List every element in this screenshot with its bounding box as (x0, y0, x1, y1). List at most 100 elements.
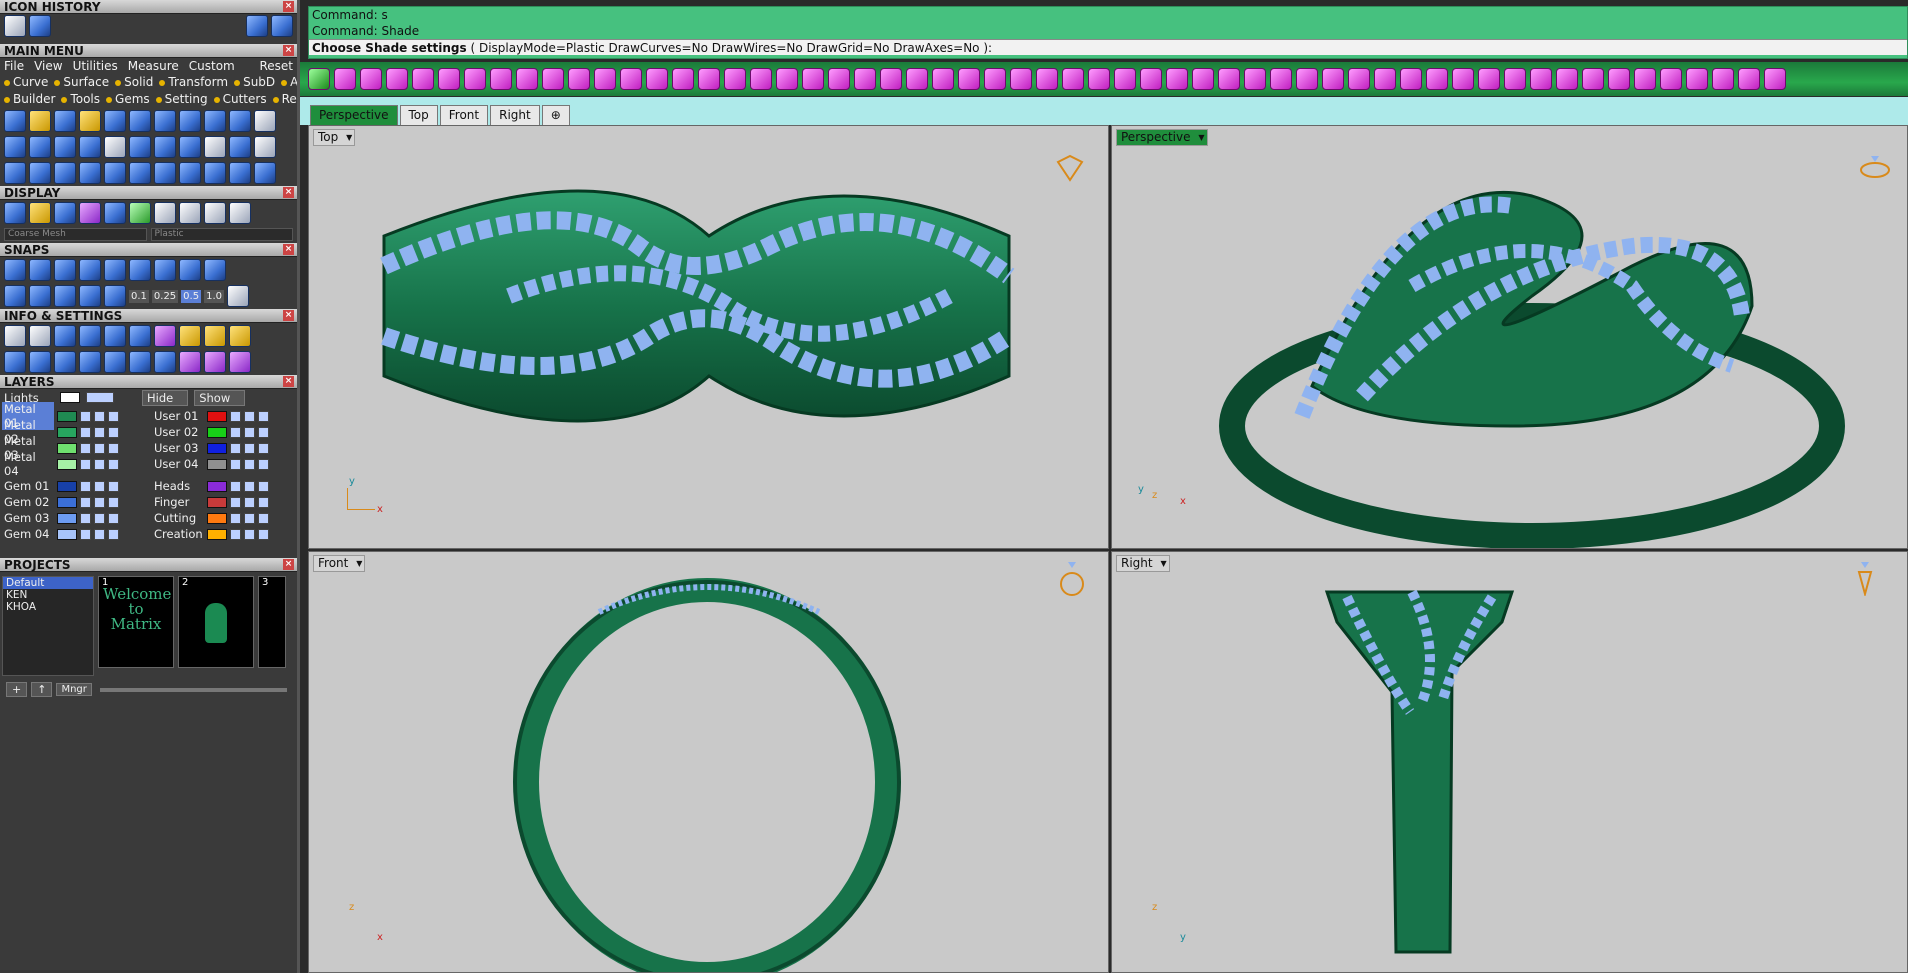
layer-row[interactable]: Creation (152, 526, 302, 542)
hide-button[interactable]: Hide (142, 389, 189, 406)
tool-icon[interactable] (594, 68, 616, 90)
layer-name[interactable]: Creation (152, 527, 204, 541)
tool-icon[interactable] (1426, 68, 1448, 90)
display-mode-icon[interactable] (4, 202, 26, 224)
layer-row[interactable]: User 03 (152, 440, 302, 456)
lock-icon[interactable] (80, 496, 91, 508)
tab-front[interactable]: Front (439, 105, 489, 125)
tool-icon[interactable] (1764, 68, 1786, 90)
category-solid[interactable]: Solid (115, 74, 153, 91)
layer-name[interactable]: Heads (152, 479, 204, 493)
visibility-toggle[interactable] (108, 512, 119, 524)
layer-color-swatch[interactable] (207, 410, 227, 422)
layer-color-swatch[interactable] (207, 442, 227, 454)
layer-color-swatch[interactable] (57, 458, 77, 470)
up-button[interactable]: ↑ (31, 682, 53, 697)
visibility-toggle[interactable] (244, 442, 255, 454)
lock-icon[interactable] (230, 458, 241, 470)
project-thumbnail[interactable]: 3 (258, 576, 286, 668)
sphere-icon[interactable] (229, 202, 251, 224)
layer-color-swatch[interactable] (207, 480, 227, 492)
tool-icon[interactable] (54, 162, 76, 184)
lock-icon[interactable] (230, 426, 241, 438)
history-tool-icon[interactable] (4, 15, 26, 37)
visibility-toggle[interactable] (108, 426, 119, 438)
tool-icon[interactable] (464, 68, 486, 90)
layer-color-swatch[interactable] (207, 496, 227, 508)
tool-icon[interactable] (412, 68, 434, 90)
info-icon[interactable] (154, 325, 176, 347)
lock-icon[interactable] (230, 528, 241, 540)
tab-right[interactable]: Right (490, 105, 540, 125)
tool-icon[interactable] (1374, 68, 1396, 90)
snap-icon[interactable] (54, 285, 76, 307)
sphere-icon[interactable] (179, 202, 201, 224)
tool-icon[interactable] (984, 68, 1006, 90)
tool-icon[interactable] (54, 136, 76, 158)
tab-perspective[interactable]: Perspective (310, 105, 398, 125)
tool-icon[interactable] (1400, 68, 1422, 90)
snap-icon[interactable] (4, 259, 26, 281)
tool-icon[interactable] (1114, 68, 1136, 90)
layer-row[interactable]: Heads (152, 478, 302, 494)
snap-value[interactable]: 0.5 (181, 289, 202, 303)
add-tab-icon[interactable]: ⊕ (541, 105, 570, 125)
panel-header-main-menu[interactable]: MAIN MENU × (0, 44, 297, 58)
close-icon[interactable]: × (283, 376, 294, 387)
tool-icon[interactable] (334, 68, 356, 90)
snap-icon[interactable] (129, 259, 151, 281)
tool-icon[interactable] (1322, 68, 1344, 90)
layer-name[interactable]: Cutting (152, 511, 204, 525)
visibility-toggle[interactable] (108, 528, 119, 540)
snap-icon[interactable] (79, 285, 101, 307)
category-art[interactable]: Art (281, 74, 297, 91)
add-project-button[interactable]: + (6, 682, 28, 697)
layer-row[interactable]: User 02 (152, 424, 302, 440)
tool-icon[interactable] (1010, 68, 1032, 90)
layer-name[interactable]: Gem 01 (2, 479, 54, 493)
lock-icon[interactable] (230, 512, 241, 524)
tool-icon[interactable] (1712, 68, 1734, 90)
category-tools[interactable]: Tools (61, 91, 100, 108)
tool-icon[interactable] (1582, 68, 1604, 90)
snap-icon[interactable] (204, 259, 226, 281)
layer-color-swatch[interactable] (57, 442, 77, 454)
layer-name[interactable]: Gem 04 (2, 527, 54, 541)
menu-utilities[interactable]: Utilities (73, 59, 118, 73)
lock-icon[interactable] (230, 496, 241, 508)
tool-icon[interactable] (542, 68, 564, 90)
panel-header-display[interactable]: DISPLAY × (0, 186, 297, 200)
visibility-toggle[interactable] (244, 480, 255, 492)
tool-icon[interactable] (29, 162, 51, 184)
forward-arrow-icon[interactable] (271, 15, 293, 37)
layer-row[interactable]: Gem 04 (2, 526, 152, 542)
info-icon[interactable] (54, 351, 76, 373)
info-icon[interactable] (4, 351, 26, 373)
tool-icon[interactable] (386, 68, 408, 90)
visibility-toggle[interactable] (258, 458, 269, 470)
visibility-toggle[interactable] (258, 480, 269, 492)
sphere-icon[interactable] (204, 202, 226, 224)
tool-icon[interactable] (1244, 68, 1266, 90)
layer-name[interactable]: Finger (152, 495, 204, 509)
close-icon[interactable]: × (283, 244, 294, 255)
tool-icon[interactable] (1270, 68, 1292, 90)
lock-icon[interactable] (230, 410, 241, 422)
tool-icon[interactable] (1634, 68, 1656, 90)
tool-icon[interactable] (932, 68, 954, 90)
tool-icon[interactable] (29, 136, 51, 158)
tool-icon[interactable] (204, 162, 226, 184)
viewport-right[interactable]: Right z y (1111, 551, 1908, 973)
visibility-toggle[interactable] (94, 480, 105, 492)
tool-icon[interactable] (104, 136, 126, 158)
settings-icon[interactable] (4, 325, 26, 347)
visibility-toggle[interactable] (94, 410, 105, 422)
tool-icon[interactable] (438, 68, 460, 90)
tool-icon[interactable] (1062, 68, 1084, 90)
layer-color-swatch[interactable] (57, 480, 77, 492)
project-item[interactable]: Default (3, 577, 93, 589)
tool-icon[interactable] (1660, 68, 1682, 90)
lock-icon[interactable] (80, 426, 91, 438)
visibility-toggle[interactable] (244, 458, 255, 470)
menu-file[interactable]: File (4, 59, 24, 73)
